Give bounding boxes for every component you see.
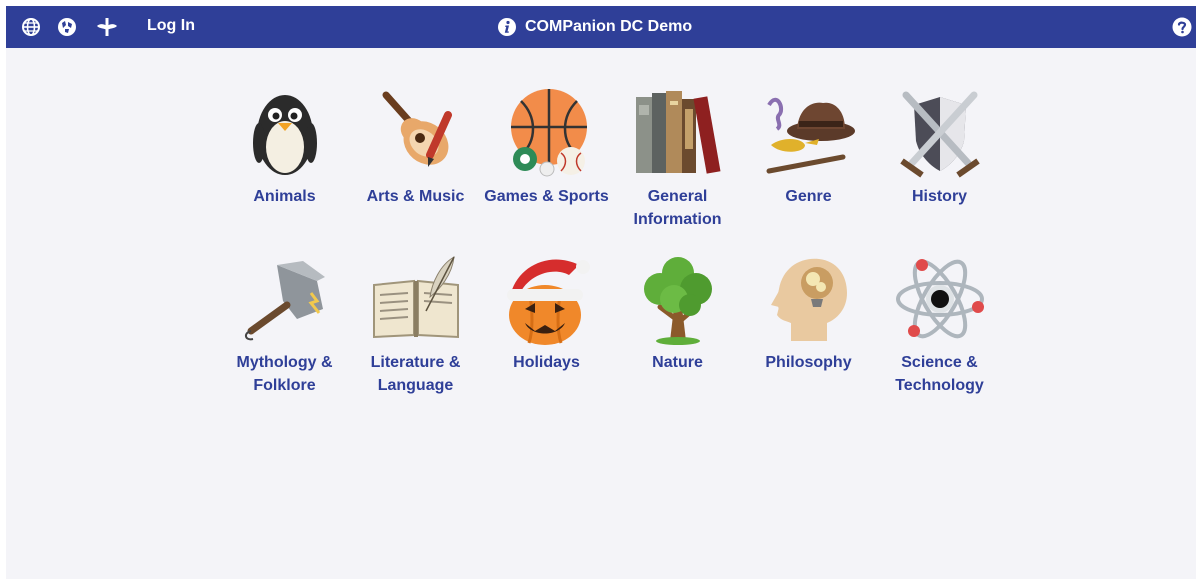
category-tile-science-technology[interactable]: Science & Technology xyxy=(874,251,1005,397)
category-tile-mythology-folklore[interactable]: Mythology & Folklore xyxy=(219,251,350,397)
category-label: History xyxy=(911,188,968,205)
category-tile-animals[interactable]: Animals xyxy=(219,85,350,231)
category-label: Mythology & Folklore xyxy=(236,354,333,394)
atom-icon xyxy=(895,259,984,339)
app-title: COMPanion DC Demo xyxy=(525,18,693,35)
guitar-icon xyxy=(382,91,452,167)
category-label: Arts & Music xyxy=(366,188,465,205)
category-tile-general-information[interactable]: General Information xyxy=(612,85,743,231)
magic-lamp-hat-icon xyxy=(766,97,855,174)
category-label: Science & Technology xyxy=(895,354,984,394)
category-tile-literature-language[interactable]: Literature & Language xyxy=(350,251,481,397)
category-label: Holidays xyxy=(513,354,580,371)
title-area: COMPanion DC Demo xyxy=(497,16,692,38)
category-tile-history[interactable]: History xyxy=(874,85,1005,231)
help-icon[interactable] xyxy=(1172,17,1192,37)
head-lightbulb-icon xyxy=(770,258,847,341)
open-book-quill-icon xyxy=(372,256,459,339)
info-icon[interactable] xyxy=(497,17,517,37)
sports-balls-icon xyxy=(510,89,587,177)
category-label: Literature & Language xyxy=(370,354,461,394)
login-link[interactable]: Log In xyxy=(147,17,195,35)
hammer-icon xyxy=(244,261,325,341)
category-label: General Information xyxy=(633,188,722,228)
app-frame: Log In COMPanion DC Demo Animals Arts & … xyxy=(6,6,1196,579)
category-label: Philosophy xyxy=(765,354,852,371)
category-label: Genre xyxy=(785,188,832,205)
category-label: Nature xyxy=(652,354,703,371)
category-label: Games & Sports xyxy=(484,188,609,205)
penguin-icon xyxy=(252,95,317,175)
shield-swords-icon xyxy=(899,91,980,178)
category-grid: Animals Arts & Music Games & Sports Gene… xyxy=(219,85,1005,397)
category-tile-philosophy[interactable]: Philosophy xyxy=(743,251,874,397)
category-label: Animals xyxy=(253,188,316,205)
top-bar: Log In COMPanion DC Demo xyxy=(6,6,1196,48)
worldcat-icon[interactable] xyxy=(56,16,78,38)
tree-icon xyxy=(643,257,712,345)
category-tile-genre[interactable]: Genre xyxy=(743,85,874,231)
bookmark-flag-icon[interactable] xyxy=(96,16,118,38)
category-tile-arts-music[interactable]: Arts & Music xyxy=(350,85,481,231)
pumpkin-santa-hat-icon xyxy=(506,259,590,345)
books-icon xyxy=(635,91,720,174)
globe-icon[interactable] xyxy=(20,16,42,38)
category-tile-nature[interactable]: Nature xyxy=(612,251,743,397)
category-tile-holidays[interactable]: Holidays xyxy=(481,251,612,397)
category-tile-games-sports[interactable]: Games & Sports xyxy=(481,85,612,231)
